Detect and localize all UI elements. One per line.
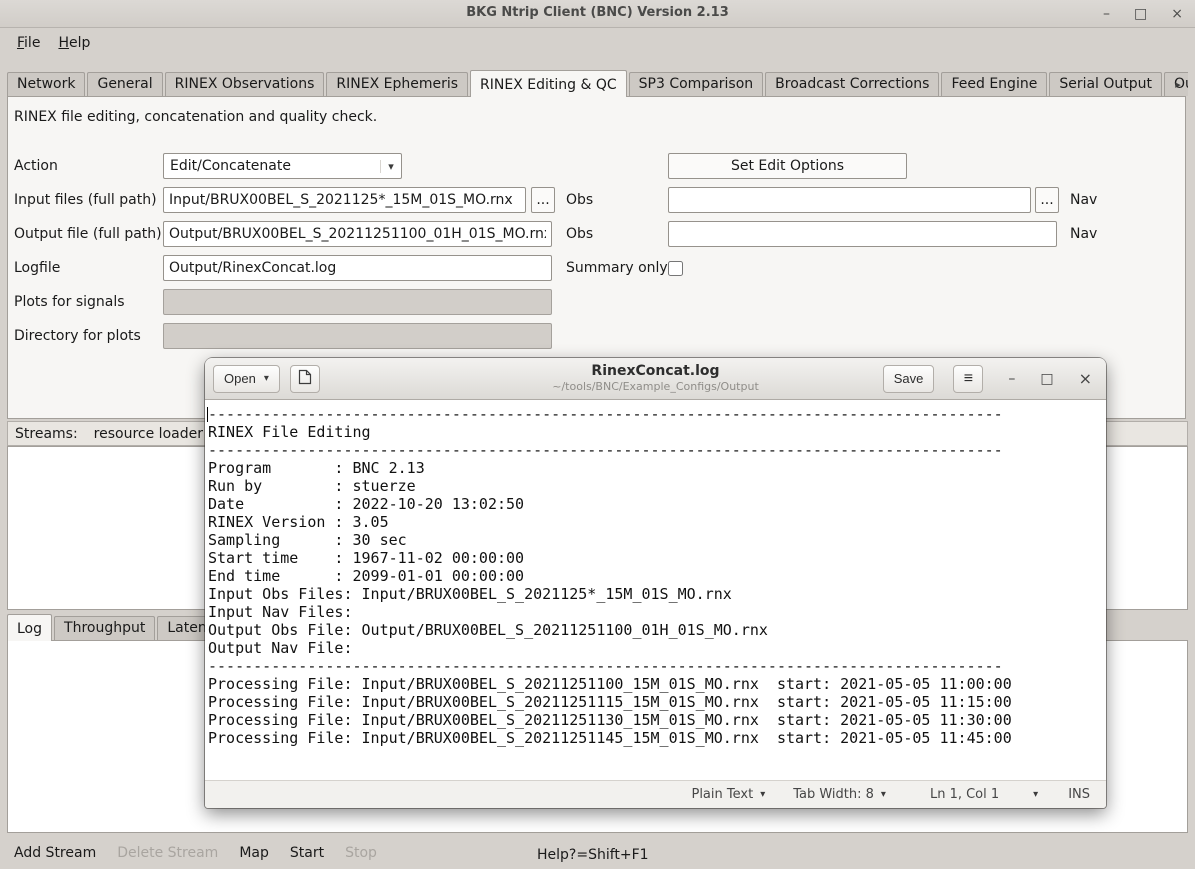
input-nav-browse-button[interactable]: ... [1035,187,1059,213]
chevron-down-icon: ▾ [760,789,765,800]
editor-window[interactable]: Open ▾ RinexConcat.log ~/tools/BNC/Examp… [205,358,1106,808]
stop-button: Stop [345,845,377,861]
delete-stream-button: Delete Stream [117,845,218,861]
output-file-label: Output file (full path) [14,226,162,242]
plots-for-signals-label: Plots for signals [14,294,125,310]
language-selector-label: Plain Text [691,787,753,802]
tab-scroll-right-icon[interactable]: ▸ [1169,74,1187,94]
tab-throughput[interactable]: Throughput [54,616,155,640]
map-button[interactable]: Map [239,845,269,861]
tab-sp3-comparison[interactable]: SP3 Comparison [629,72,764,96]
titlebar[interactable]: BKG Ntrip Client (BNC) Version 2.13 – □ … [0,0,1195,28]
minimize-icon[interactable]: – [1103,7,1110,21]
directory-for-plots-field [163,323,552,349]
tab-broadcast-corrections[interactable]: Broadcast Corrections [765,72,939,96]
action-combobox-value: Edit/Concatenate [164,158,380,174]
bottom-action-bar: Add Stream Delete Stream Map Start Stop [14,845,377,861]
maximize-icon[interactable]: □ [1040,372,1053,386]
save-button[interactable]: Save [883,365,935,393]
help-hint: Help?=Shift+F1 [537,847,649,863]
output-obs-suffix-label: Obs [566,226,593,242]
editor-headerbar[interactable]: Open ▾ RinexConcat.log ~/tools/BNC/Examp… [205,358,1106,400]
tab-feed-engine[interactable]: Feed Engine [941,72,1047,96]
tab-rinex-editing-qc[interactable]: RINEX Editing & QC [470,70,627,97]
tab-general[interactable]: General [87,72,162,96]
menu-help[interactable]: Help [49,31,99,55]
maximize-icon[interactable]: □ [1134,7,1147,21]
bnc-main-window: BKG Ntrip Client (BNC) Version 2.13 – □ … [0,0,1195,869]
set-edit-options-button[interactable]: Set Edit Options [668,153,907,179]
input-obs-suffix-label: Obs [566,192,593,208]
input-obs-field[interactable] [163,187,526,213]
editor-window-controls: – □ × [1008,371,1092,387]
language-selector[interactable]: Plain Text ▾ [691,787,765,802]
editor-header-right: Save ≡ – □ × [883,365,1098,393]
start-button[interactable]: Start [290,845,324,861]
text-cursor [207,407,208,422]
menu-file[interactable]: File [8,31,49,55]
output-nav-suffix-label: Nav [1070,226,1097,242]
logfile-label: Logfile [14,260,60,276]
action-combobox[interactable]: Edit/Concatenate ▾ [163,153,402,179]
add-stream-button[interactable]: Add Stream [14,845,96,861]
insert-mode-indicator: INS [1068,787,1090,802]
open-button[interactable]: Open ▾ [213,365,280,393]
streams-label: Streams: [15,426,78,442]
window-controls: – □ × [1103,0,1183,27]
tab-serial-output[interactable]: Serial Output [1049,72,1162,96]
hamburger-menu-icon: ≡ [964,370,973,388]
input-files-label: Input files (full path) [14,192,157,208]
tab-rinex-observations[interactable]: RINEX Observations [165,72,325,96]
editor-title: RinexConcat.log [552,363,759,379]
tab-width-selector-label: Tab Width: 8 [793,787,874,802]
tab-log[interactable]: Log [7,614,52,641]
logfile-field[interactable] [163,255,552,281]
editor-statusbar: Plain Text ▾ Tab Width: 8 ▾ Ln 1, Col 1 … [205,780,1106,808]
editor-subtitle: ~/tools/BNC/Example_Configs/Output [552,380,759,393]
summary-only-label: Summary only [566,260,668,276]
cursor-position[interactable]: Ln 1, Col 1 [930,787,999,802]
output-obs-field[interactable] [163,221,552,247]
chevron-down-icon: ▾ [264,373,269,384]
chevron-down-icon: ▾ [881,789,886,800]
summary-only-checkbox[interactable] [668,261,683,276]
input-obs-browse-button[interactable]: ... [531,187,555,213]
new-document-icon [298,369,312,388]
window-title: BKG Ntrip Client (BNC) Version 2.13 [0,5,1195,20]
minimize-icon[interactable]: – [1008,372,1015,386]
editor-text-area[interactable]: ----------------------------------------… [205,400,1106,780]
tab-rinex-ephemeris[interactable]: RINEX Ephemeris [326,72,468,96]
close-icon[interactable]: × [1079,371,1092,387]
editor-title-block: RinexConcat.log ~/tools/BNC/Example_Conf… [552,363,759,393]
new-document-button[interactable] [290,365,320,393]
tab-width-selector[interactable]: Tab Width: 8 ▾ [793,787,886,802]
chevron-down-icon: ▾ [380,160,401,173]
close-icon[interactable]: × [1171,7,1183,21]
panel-description: RINEX file editing, concatenation and qu… [14,109,377,125]
action-label: Action [14,158,58,174]
directory-for-plots-label: Directory for plots [14,328,141,344]
menubar: File Help [0,28,1195,57]
settings-tab-strip: Network General RINEX Observations RINEX… [7,69,1188,97]
editor-text[interactable]: ----------------------------------------… [205,400,1106,747]
plots-for-signals-field [163,289,552,315]
goto-line-chevron-icon[interactable]: ▾ [1033,789,1038,800]
input-nav-suffix-label: Nav [1070,192,1097,208]
open-button-label: Open [224,371,256,386]
output-nav-field[interactable] [668,221,1057,247]
tab-network[interactable]: Network [7,72,85,96]
hamburger-menu-button[interactable]: ≡ [953,365,983,393]
input-nav-field[interactable] [668,187,1031,213]
